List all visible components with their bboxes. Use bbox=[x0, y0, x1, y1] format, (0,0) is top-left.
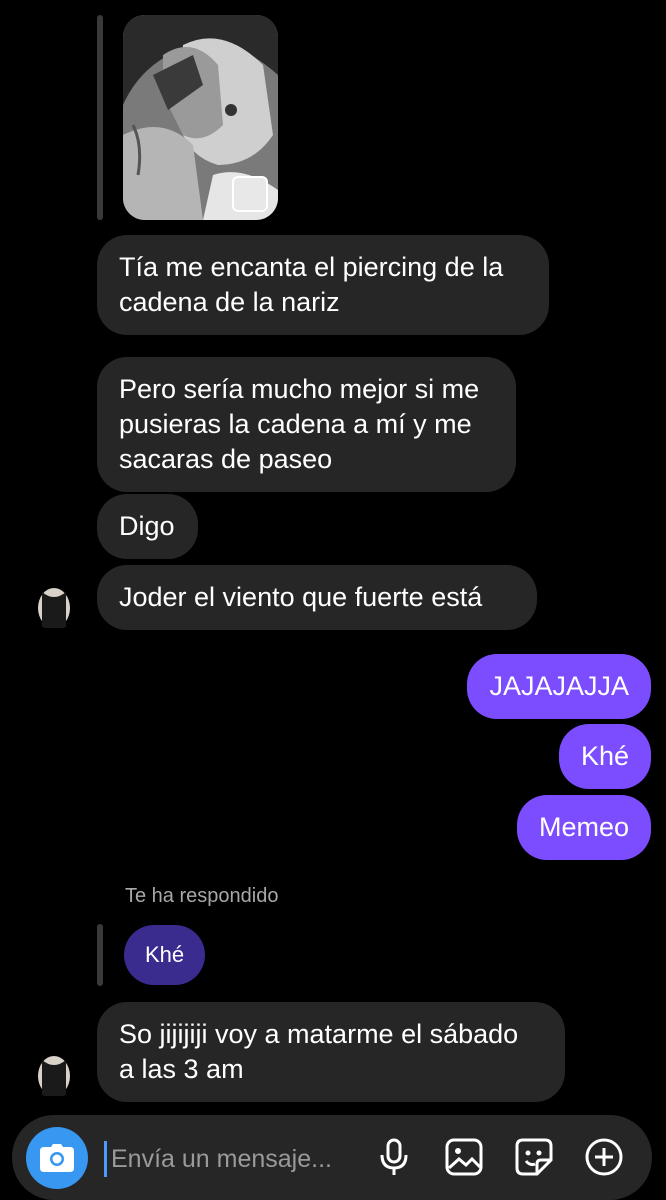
reply-label: Te ha respondido bbox=[125, 885, 279, 907]
sender-avatar-image bbox=[30, 582, 78, 630]
sender-avatar[interactable] bbox=[30, 1050, 78, 1098]
plus-icon bbox=[585, 1138, 623, 1176]
incoming-message[interactable]: Tía me encanta el piercing de la cadena … bbox=[97, 235, 549, 335]
incoming-message[interactable]: Pero sería mucho mejor si me pusieras la… bbox=[97, 357, 516, 492]
incoming-message[interactable]: So jijijiji voy a matarme el sábado a la… bbox=[97, 1002, 565, 1102]
outgoing-message[interactable]: Memeo bbox=[516, 795, 651, 860]
sender-avatar-image bbox=[30, 1050, 78, 1098]
outgoing-message[interactable]: Khé bbox=[558, 724, 651, 789]
camera-button[interactable] bbox=[26, 1127, 88, 1189]
outgoing-message[interactable]: JAJAJAJJA bbox=[467, 654, 651, 719]
gallery-icon bbox=[445, 1138, 483, 1176]
message-input[interactable] bbox=[104, 1141, 364, 1177]
story-reply-bar bbox=[97, 15, 103, 220]
message-composer bbox=[12, 1115, 652, 1200]
story-reply-thumbnail[interactable] bbox=[123, 15, 278, 220]
incoming-message[interactable]: Digo bbox=[97, 494, 198, 559]
sticker-icon bbox=[515, 1138, 553, 1176]
replied-message-quote[interactable]: Khé bbox=[124, 925, 206, 985]
more-options-button[interactable] bbox=[582, 1135, 626, 1179]
microphone-icon bbox=[380, 1138, 408, 1175]
camera-icon bbox=[40, 1144, 74, 1172]
microphone-button[interactable] bbox=[372, 1135, 416, 1179]
story-author-avatar bbox=[232, 176, 268, 212]
gallery-button[interactable] bbox=[442, 1135, 486, 1179]
reply-quote-bar bbox=[97, 924, 103, 986]
incoming-message[interactable]: Joder el viento que fuerte está bbox=[97, 565, 537, 630]
sticker-button[interactable] bbox=[512, 1135, 556, 1179]
sender-avatar[interactable] bbox=[30, 582, 78, 630]
